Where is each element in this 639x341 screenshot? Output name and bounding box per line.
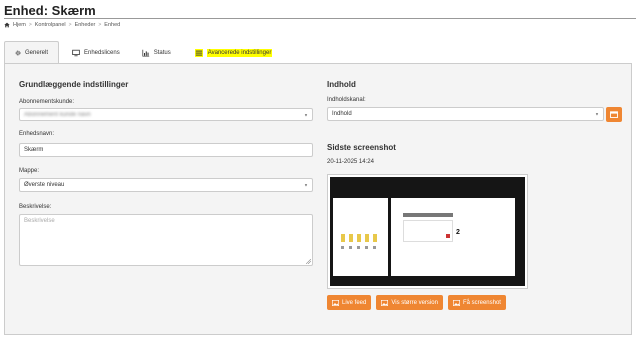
last-screenshot-title: Sidste screenshot bbox=[327, 143, 396, 152]
calendar-icon bbox=[610, 111, 618, 118]
screenshot-left-window bbox=[333, 198, 388, 276]
page-title: Enhed: Skærm bbox=[4, 3, 96, 18]
gear-icon bbox=[15, 50, 21, 56]
breadcrumb-devices[interactable]: Enheder bbox=[75, 22, 96, 28]
home-icon bbox=[4, 22, 10, 28]
device-name-label: Enhedsnavn: bbox=[19, 131, 55, 137]
image-icon bbox=[381, 299, 389, 306]
tab-general[interactable]: Generelt bbox=[4, 41, 59, 64]
breadcrumb: Hjem > Kontrolpanel > Enheder > Enhed bbox=[4, 22, 120, 28]
show-larger-version-button[interactable]: Vis større version bbox=[376, 295, 443, 310]
tab-advanced-settings[interactable]: Avancerede indstillinger bbox=[182, 41, 284, 63]
title-divider bbox=[4, 18, 636, 19]
folder-label: Mappe: bbox=[19, 168, 40, 174]
subscription-customer-value: Abonnement kunde navn bbox=[24, 111, 91, 118]
breadcrumb-separator: > bbox=[28, 22, 32, 28]
get-screenshot-label: Få screenshot bbox=[462, 299, 501, 306]
live-feed-button[interactable]: Live feed bbox=[327, 295, 372, 310]
screenshot-image: 2 bbox=[330, 177, 525, 286]
monitor-icon bbox=[72, 49, 80, 56]
breadcrumb-device: Enhed bbox=[104, 22, 121, 28]
live-feed-label: Live feed bbox=[342, 299, 367, 306]
folder-select[interactable]: Øverste niveau ▼ bbox=[19, 178, 313, 192]
device-name-value: Skærm bbox=[24, 147, 44, 153]
image-icon bbox=[452, 299, 460, 306]
chevron-down-icon: ▼ bbox=[595, 111, 599, 117]
description-label: Beskrivelse: bbox=[19, 204, 52, 210]
content-channel-value: Indhold bbox=[332, 111, 352, 117]
subscription-customer-label: Abonnementskunde: bbox=[19, 99, 75, 105]
tab-advanced-settings-label: Avancerede indstillinger bbox=[206, 48, 273, 57]
list-icon bbox=[194, 48, 203, 57]
tab-device-license[interactable]: Enhedslicens bbox=[59, 41, 131, 63]
basic-settings-title: Grundlæggende indstillinger bbox=[19, 80, 129, 89]
content-channel-label: Indholdskanal: bbox=[327, 97, 366, 103]
subscription-customer-select[interactable]: Abonnement kunde navn ▼ bbox=[19, 108, 313, 121]
show-larger-version-label: Vis større version bbox=[391, 299, 438, 306]
device-name-input[interactable]: Skærm bbox=[19, 143, 313, 157]
screenshot-overlay-number: 2 bbox=[456, 229, 460, 236]
screenshot-actions: Live feed Vis større version Få screensh… bbox=[327, 295, 506, 310]
chevron-down-icon: ▼ bbox=[304, 112, 308, 117]
tab-device-license-label: Enhedslicens bbox=[84, 49, 120, 56]
tab-status-label: Status bbox=[153, 49, 171, 56]
screenshot-timestamp: 20-11-2025 14:24 bbox=[327, 159, 374, 165]
tab-status[interactable]: Status bbox=[131, 41, 182, 63]
breadcrumb-dashboard[interactable]: Kontrolpanel bbox=[35, 22, 66, 28]
tab-general-label: Generelt bbox=[24, 50, 48, 56]
screenshot-preview[interactable]: 2 bbox=[327, 174, 528, 289]
screenshot-right-window: 2 bbox=[391, 198, 515, 276]
bar-chart-icon bbox=[142, 49, 149, 57]
breadcrumb-separator: > bbox=[68, 22, 72, 28]
content-channel-select[interactable]: Indhold ▼ bbox=[327, 107, 604, 121]
resize-handle-icon[interactable] bbox=[306, 259, 311, 264]
tab-bar: Generelt Enhedslicens Status Avancerede … bbox=[4, 41, 284, 64]
content-channel-open-button[interactable] bbox=[606, 107, 622, 122]
chevron-down-icon: ▼ bbox=[304, 182, 308, 188]
description-textarea[interactable]: Beskrivelse bbox=[19, 214, 313, 266]
get-screenshot-button[interactable]: Få screenshot bbox=[447, 295, 506, 310]
breadcrumb-home[interactable]: Hjem bbox=[13, 22, 26, 28]
content-title: Indhold bbox=[327, 80, 356, 89]
breadcrumb-separator: > bbox=[98, 22, 102, 28]
image-icon bbox=[332, 299, 339, 306]
general-tab-panel: Grundlæggende indstillinger Abonnementsk… bbox=[4, 63, 632, 335]
description-placeholder: Beskrivelse bbox=[24, 218, 55, 224]
folder-value: Øverste niveau bbox=[24, 182, 65, 188]
